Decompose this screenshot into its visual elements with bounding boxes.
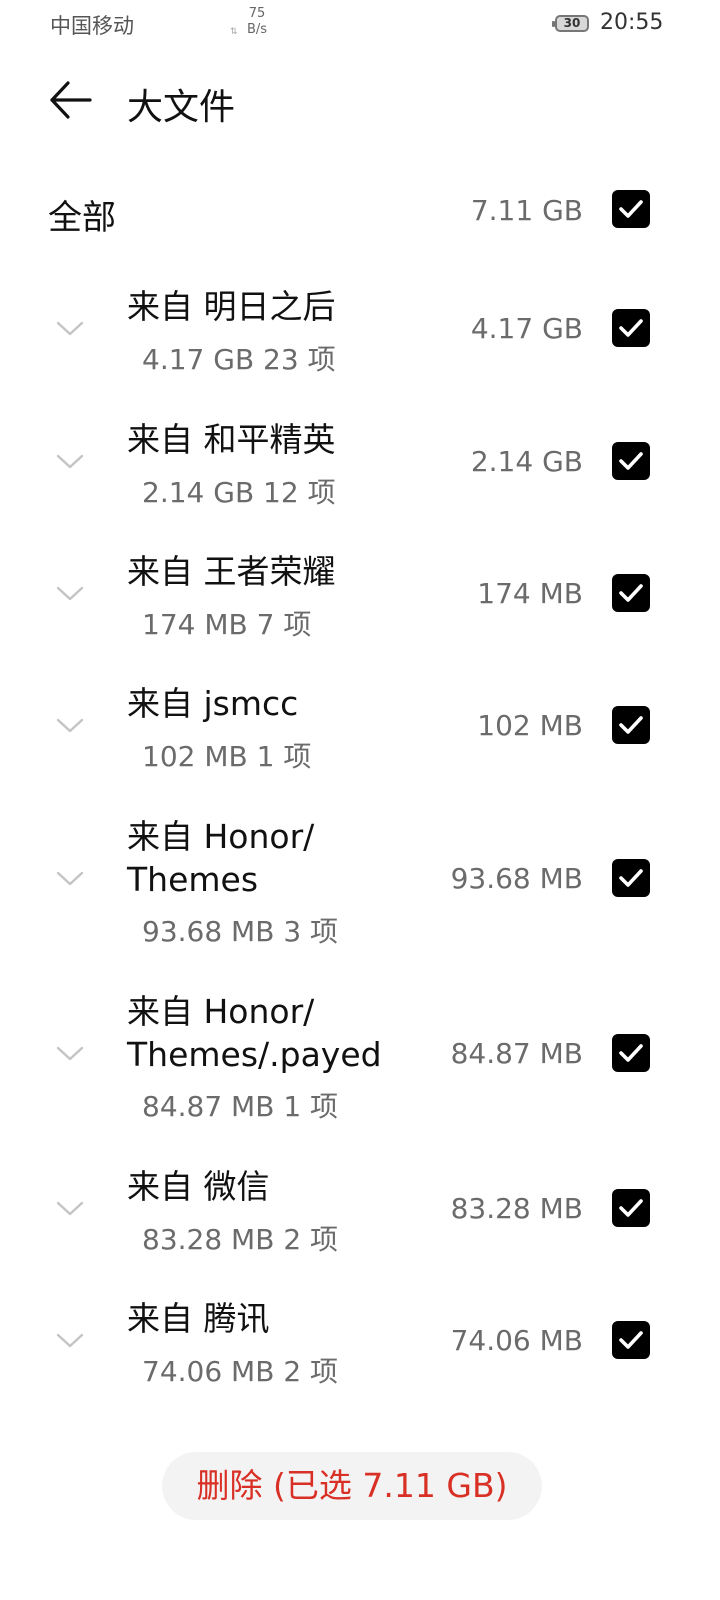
list-item[interactable]: 来自 微信 83.28 MB 2 项 83.28 MB: [0, 1160, 720, 1260]
item-title-line: 来自 Honor/: [127, 992, 315, 1031]
carrier-name: 中国移动: [50, 14, 134, 38]
checkmark-icon: [619, 1044, 643, 1062]
app-header: 大文件: [0, 60, 720, 150]
chevron-down-icon[interactable]: [54, 1331, 86, 1351]
list-item[interactable]: 来自 明日之后 4.17 GB 23 项 4.17 GB: [0, 280, 720, 380]
clock: 20:55: [600, 10, 664, 35]
select-all-label: 全部: [48, 198, 116, 238]
back-button[interactable]: [48, 78, 98, 128]
item-title: 来自 Honor/ Themes/.payed: [127, 990, 447, 1076]
item-size: 84.87 MB: [450, 1037, 583, 1070]
back-arrow-icon: [50, 81, 92, 119]
network-speed: 75 B/s ⇅: [230, 6, 282, 38]
item-checkbox[interactable]: [612, 574, 650, 612]
status-bar: 中国移动 75 B/s ⇅ 30 20:55: [0, 0, 720, 50]
chevron-down-icon[interactable]: [54, 1044, 86, 1064]
item-summary: 84.87 MB 1 项: [142, 1090, 339, 1123]
list-item[interactable]: 来自 腾讯 74.06 MB 2 项 74.06 MB: [0, 1292, 720, 1392]
list-item[interactable]: 来自 和平精英 2.14 GB 12 项 2.14 GB: [0, 413, 720, 513]
item-title-line: Themes/.payed: [127, 1035, 382, 1074]
chevron-down-icon[interactable]: [54, 584, 86, 604]
item-size: 83.28 MB: [450, 1192, 583, 1225]
total-size: 7.11 GB: [470, 194, 583, 227]
item-size: 102 MB: [477, 709, 583, 742]
network-speed-value: 75: [248, 6, 266, 21]
checkmark-icon: [619, 716, 643, 734]
checkmark-icon: [619, 200, 643, 218]
item-title: 来自 微信: [127, 1167, 270, 1206]
item-title: 来自 Honor/ Themes: [127, 815, 417, 901]
item-summary: 83.28 MB 2 项: [142, 1223, 339, 1256]
item-checkbox[interactable]: [612, 1034, 650, 1072]
item-title: 来自 王者荣耀: [127, 552, 336, 591]
chevron-down-icon[interactable]: [54, 1199, 86, 1219]
item-checkbox[interactable]: [612, 309, 650, 347]
list-item[interactable]: 来自 王者荣耀 174 MB 7 项 174 MB: [0, 545, 720, 645]
item-checkbox[interactable]: [612, 1321, 650, 1359]
chevron-down-icon[interactable]: [54, 869, 86, 889]
item-size: 93.68 MB: [450, 862, 583, 895]
checkmark-icon: [619, 319, 643, 337]
select-all-checkbox[interactable]: [612, 190, 650, 228]
item-checkbox[interactable]: [612, 442, 650, 480]
item-title: 来自 明日之后: [127, 287, 336, 326]
item-title: 来自 和平精英: [127, 420, 336, 459]
item-title-line: 来自 Honor/: [127, 817, 315, 856]
checkmark-icon: [619, 1199, 643, 1217]
item-summary: 4.17 GB 23 项: [142, 343, 336, 376]
checkmark-icon: [619, 452, 643, 470]
list-item[interactable]: 来自 jsmcc 102 MB 1 项 102 MB: [0, 677, 720, 777]
item-size: 2.14 GB: [470, 445, 583, 478]
item-checkbox[interactable]: [612, 1189, 650, 1227]
network-speed-unit: B/s: [246, 22, 268, 37]
item-summary: 102 MB 1 项: [142, 740, 312, 773]
item-size: 174 MB: [477, 577, 583, 610]
delete-button[interactable]: 删除 (已选 7.11 GB): [162, 1452, 542, 1520]
network-activity-icon: ⇅: [230, 27, 238, 37]
checkmark-icon: [619, 1331, 643, 1349]
item-size: 4.17 GB: [470, 312, 583, 345]
chevron-down-icon[interactable]: [54, 452, 86, 472]
item-summary: 74.06 MB 2 项: [142, 1355, 339, 1388]
page-title: 大文件: [127, 87, 236, 128]
item-summary: 2.14 GB 12 项: [142, 476, 336, 509]
checkmark-icon: [619, 584, 643, 602]
chevron-down-icon[interactable]: [54, 716, 86, 736]
list-item[interactable]: 来自 Honor/ Themes 93.68 MB 3 项 93.68 MB: [0, 810, 720, 950]
checkmark-icon: [619, 869, 643, 887]
item-size: 74.06 MB: [450, 1324, 583, 1357]
list-item[interactable]: 来自 Honor/ Themes/.payed 84.87 MB 1 项 84.…: [0, 985, 720, 1125]
battery-level: 30: [563, 16, 581, 30]
item-title: 来自 jsmcc: [127, 684, 299, 723]
battery-icon: 30: [552, 15, 589, 32]
item-summary: 174 MB 7 项: [142, 608, 312, 641]
item-title-line: Themes: [127, 860, 259, 899]
item-title: 来自 腾讯: [127, 1299, 270, 1338]
item-summary: 93.68 MB 3 项: [142, 915, 339, 948]
item-checkbox[interactable]: [612, 859, 650, 897]
select-all-row[interactable]: 全部 7.11 GB: [0, 170, 720, 250]
chevron-down-icon[interactable]: [54, 319, 86, 339]
item-checkbox[interactable]: [612, 706, 650, 744]
